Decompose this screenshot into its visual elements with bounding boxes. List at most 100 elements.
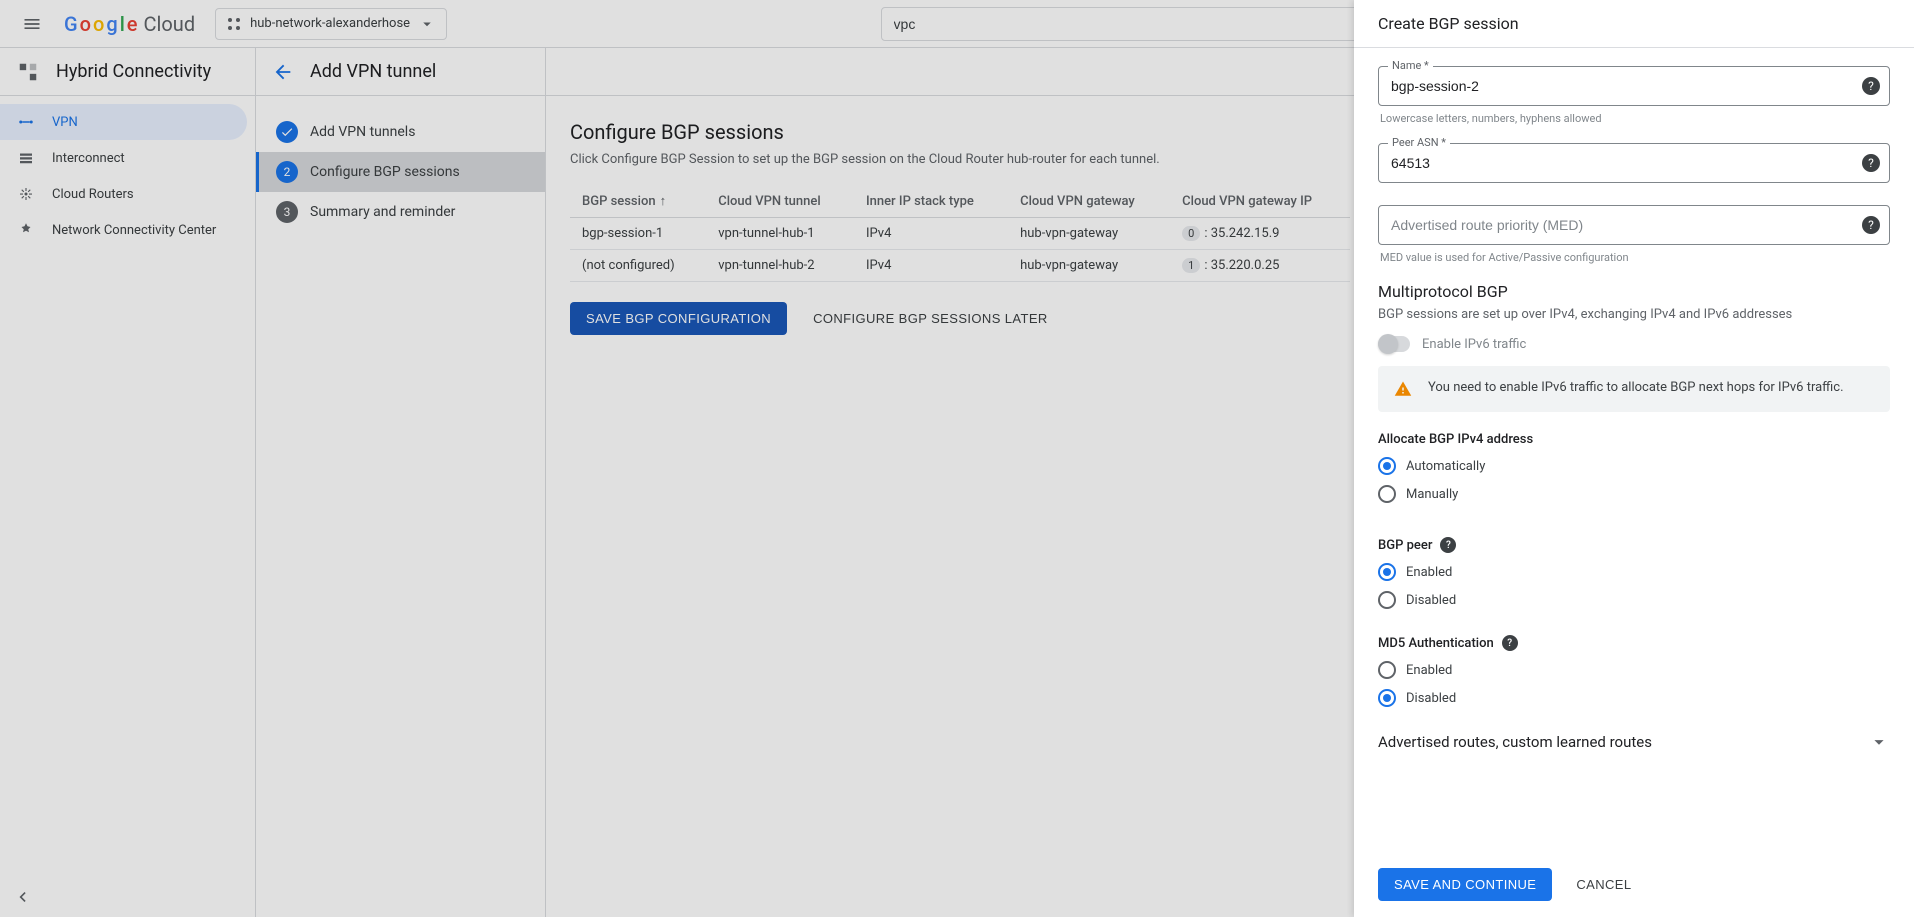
- advertised-routes-label: Advertised routes, custom learned routes: [1378, 733, 1652, 751]
- nav-item-label: Network Connectivity Center: [52, 223, 216, 238]
- nav-section-title: Hybrid Connectivity: [56, 61, 211, 82]
- name-label: Name *: [1388, 59, 1433, 72]
- peer-option-enabled[interactable]: Enabled: [1378, 563, 1890, 581]
- bgp-peer-help-icon[interactable]: ?: [1440, 537, 1456, 553]
- nav-item-label: Cloud Routers: [52, 187, 134, 202]
- peer-option-disabled[interactable]: Disabled: [1378, 591, 1890, 609]
- table-header[interactable]: Inner IP stack type: [854, 185, 1008, 218]
- nav-item-network-connectivity-center[interactable]: Network Connectivity Center: [0, 212, 255, 248]
- cancel-button[interactable]: CANCEL: [1568, 868, 1639, 901]
- ipv6-toggle-label: Enable IPv6 traffic: [1422, 337, 1526, 352]
- nav-icon: [16, 185, 36, 203]
- md5-title: MD5 Authentication ?: [1378, 635, 1890, 651]
- bgp-peer-title: BGP peer ?: [1378, 537, 1890, 553]
- panel-title: Create BGP session: [1354, 0, 1914, 48]
- name-help-icon[interactable]: ?: [1862, 77, 1880, 95]
- bgp-peer-title-text: BGP peer: [1378, 538, 1432, 553]
- ipv6-warning-text: You need to enable IPv6 traffic to alloc…: [1428, 380, 1844, 395]
- cell-bgp: bgp-session-1: [570, 218, 706, 250]
- ipv6-toggle[interactable]: [1378, 336, 1410, 352]
- asn-label: Peer ASN *: [1388, 136, 1450, 149]
- alloc-option-manually[interactable]: Manually: [1378, 485, 1890, 503]
- step-label: Configure BGP sessions: [310, 164, 460, 180]
- table-header[interactable]: Cloud VPN gateway: [1008, 185, 1170, 218]
- alloc-title: Allocate BGP IPv4 address: [1378, 432, 1890, 447]
- hamburger-menu-button[interactable]: [8, 0, 56, 48]
- step-number-badge: 2: [276, 161, 298, 183]
- configure-later-button[interactable]: CONFIGURE BGP SESSIONS LATER: [805, 302, 1056, 335]
- md5-option-enabled[interactable]: Enabled: [1378, 661, 1890, 679]
- cell-stack: IPv4: [854, 218, 1008, 250]
- hybrid-connectivity-icon: [16, 60, 40, 84]
- radio-label: Enabled: [1406, 565, 1452, 580]
- nav-item-cloud-routers[interactable]: Cloud Routers: [0, 176, 255, 212]
- name-helper: Lowercase letters, numbers, hyphens allo…: [1380, 112, 1888, 125]
- radio-icon: [1378, 591, 1396, 609]
- radio-icon: [1378, 457, 1396, 475]
- google-cloud-logo[interactable]: Google Cloud: [64, 12, 195, 36]
- cell-gateway: hub-vpn-gateway: [1008, 218, 1170, 250]
- nav-icon: [16, 113, 36, 131]
- table-header[interactable]: Cloud VPN gateway IP: [1170, 185, 1350, 218]
- cell-tunnel: vpn-tunnel-hub-2: [706, 250, 854, 282]
- wizard-step-3[interactable]: 3Summary and reminder: [256, 192, 545, 232]
- project-name: hub-network-alexanderhose: [250, 16, 410, 31]
- left-nav: Hybrid Connectivity VPN Interconnect Cloud…: [0, 48, 256, 917]
- radio-label: Automatically: [1406, 459, 1485, 474]
- cell-ip: 1: 35.220.0.25: [1170, 250, 1350, 282]
- step-label: Add VPN tunnels: [310, 124, 415, 140]
- med-help-icon[interactable]: ?: [1862, 216, 1880, 234]
- cell-gateway: hub-vpn-gateway: [1008, 250, 1170, 282]
- arrow-left-icon: [272, 61, 294, 83]
- step-number-badge: [276, 121, 298, 143]
- radio-icon: [1378, 661, 1396, 679]
- cell-stack: IPv4: [854, 250, 1008, 282]
- asn-input[interactable]: [1378, 143, 1890, 183]
- radio-label: Disabled: [1406, 691, 1456, 706]
- caret-down-icon: [418, 15, 436, 33]
- warning-icon: [1394, 380, 1412, 398]
- nav-item-vpn[interactable]: VPN: [0, 104, 247, 140]
- project-picker[interactable]: hub-network-alexanderhose: [215, 8, 447, 40]
- cell-tunnel: vpn-tunnel-hub-1: [706, 218, 854, 250]
- interface-index-chip: 0: [1182, 226, 1200, 241]
- save-bgp-config-button[interactable]: SAVE BGP CONFIGURATION: [570, 302, 787, 335]
- med-input[interactable]: [1378, 205, 1890, 245]
- md5-option-disabled[interactable]: Disabled: [1378, 689, 1890, 707]
- back-button[interactable]: [272, 61, 294, 83]
- table-row[interactable]: (not configured)vpn-tunnel-hub-2IPv4hub-…: [570, 250, 1350, 282]
- nav-section-title-row: Hybrid Connectivity: [0, 48, 255, 96]
- asn-help-icon[interactable]: ?: [1862, 154, 1880, 172]
- wizard-step-1[interactable]: Add VPN tunnels: [256, 112, 545, 152]
- table-header[interactable]: Cloud VPN tunnel: [706, 185, 854, 218]
- wizard-steps-column: Add VPN tunnels 2 Configure BGP sessions 3S…: [256, 48, 546, 917]
- med-field-wrapper: ?: [1378, 205, 1890, 245]
- name-input[interactable]: [1378, 66, 1890, 106]
- table-row[interactable]: bgp-session-1vpn-tunnel-hub-1IPv4hub-vpn…: [570, 218, 1350, 250]
- table-header[interactable]: BGP session↑: [570, 185, 706, 218]
- radio-icon: [1378, 563, 1396, 581]
- alloc-option-automatically[interactable]: Automatically: [1378, 457, 1890, 475]
- asn-field-wrapper: Peer ASN * ?: [1378, 143, 1890, 183]
- nav-item-label: Interconnect: [52, 151, 125, 166]
- nav-item-interconnect[interactable]: Interconnect: [0, 140, 255, 176]
- project-icon: [226, 16, 242, 32]
- wizard-step-2[interactable]: 2 Configure BGP sessions: [256, 152, 545, 192]
- chevron-down-icon: [1868, 731, 1890, 753]
- radio-label: Disabled: [1406, 593, 1456, 608]
- cell-ip: 0: 35.242.15.9: [1170, 218, 1350, 250]
- create-bgp-panel: Create BGP session Name * ? Lowercase le…: [1354, 0, 1914, 917]
- save-and-continue-button[interactable]: SAVE AND CONTINUE: [1378, 868, 1552, 901]
- md5-help-icon[interactable]: ?: [1502, 635, 1518, 651]
- radio-icon: [1378, 485, 1396, 503]
- name-field-wrapper: Name * ?: [1378, 66, 1890, 106]
- multiprotocol-subtitle: BGP sessions are set up over IPv4, excha…: [1378, 307, 1890, 322]
- ipv6-warning-banner: You need to enable IPv6 traffic to alloc…: [1378, 366, 1890, 412]
- advertised-routes-expander[interactable]: Advertised routes, custom learned routes: [1378, 717, 1890, 767]
- cell-bgp: (not configured): [570, 250, 706, 282]
- collapse-nav-button[interactable]: [12, 887, 32, 907]
- bgp-sessions-table: BGP session↑Cloud VPN tunnelInner IP sta…: [570, 185, 1350, 282]
- radio-icon: [1378, 689, 1396, 707]
- nav-icon: [16, 221, 36, 239]
- radio-label: Manually: [1406, 487, 1458, 502]
